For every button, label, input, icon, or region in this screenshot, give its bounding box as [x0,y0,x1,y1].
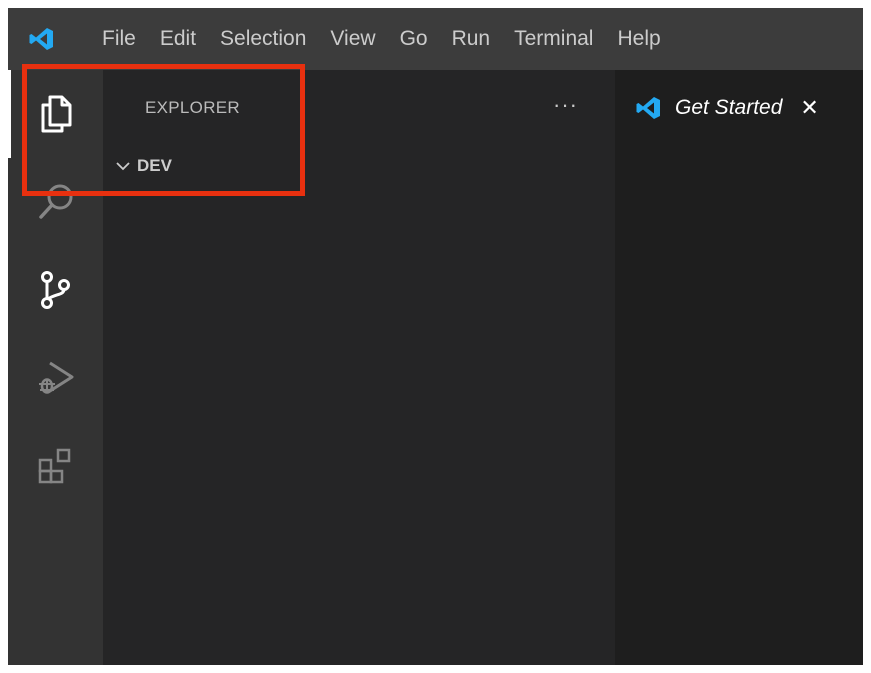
extensions-icon [38,448,70,484]
menu-edit[interactable]: Edit [148,8,208,70]
source-control-icon [40,271,70,309]
tab-label: Get Started [675,95,783,119]
activity-extensions[interactable] [8,422,103,510]
activity-source-control[interactable] [8,246,103,334]
menu-terminal[interactable]: Terminal [502,8,605,70]
vscode-logo-icon [636,96,660,119]
menu-file[interactable]: File [90,8,148,70]
close-icon[interactable]: ✕ [800,96,818,119]
highlight-annotation [22,64,305,196]
menu-view[interactable]: View [318,8,387,70]
vscode-window: File Edit Selection View Go Run Terminal… [8,8,863,665]
menu-go[interactable]: Go [388,8,440,70]
editor-tab-bar: Get Started ✕ [615,70,863,145]
vscode-logo-icon [29,28,53,50]
more-actions-button[interactable]: ··· [553,92,578,118]
menu-bar: File Edit Selection View Go Run Terminal… [90,8,673,70]
editor-area [615,145,863,665]
title-bar: File Edit Selection View Go Run Terminal… [8,8,863,70]
active-indicator [8,70,11,158]
menu-run[interactable]: Run [440,8,503,70]
tab-get-started[interactable]: Get Started ✕ [615,70,863,145]
menu-help[interactable]: Help [605,8,672,70]
activity-run-debug[interactable] [8,334,103,422]
menu-selection[interactable]: Selection [208,8,318,70]
run-debug-icon [38,361,73,394]
